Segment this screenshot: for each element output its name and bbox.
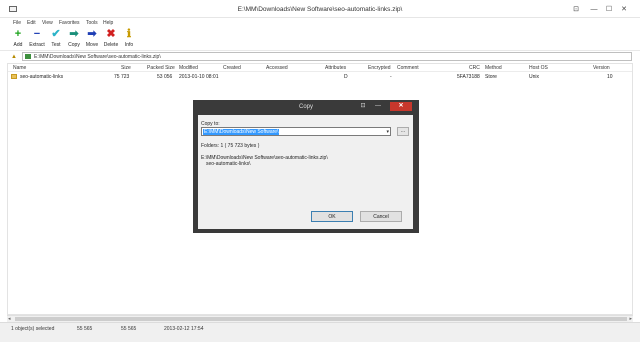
address-bar: ▲ E:\MM\Downloads\New Software\seo-autom… (0, 52, 640, 62)
col-name[interactable]: Name (13, 65, 26, 71)
archive-icon (25, 54, 31, 59)
copy-to-combobox[interactable]: E:\MM\Downloads\New Software\ ▾ (201, 127, 391, 136)
cell-name: seo-automatic-links (20, 74, 64, 80)
menu-edit[interactable]: Edit (27, 20, 36, 26)
window-title: E:\MM\Downloads\New Software\seo-automat… (237, 6, 403, 13)
col-crc[interactable]: CRC (469, 65, 480, 71)
test-button[interactable]: ✔ Test (47, 28, 65, 48)
chevron-down-icon[interactable]: ▾ (386, 128, 389, 136)
status-packed: 55 565 (121, 326, 137, 332)
copy-dialog: Copy ⊡ — ✕ Copy to: E:\MM\Downloads\New … (193, 100, 419, 233)
maximize-button[interactable]: ☐ (601, 4, 617, 15)
col-attributes[interactable]: Attributes (325, 65, 346, 71)
menu-tools[interactable]: Tools (86, 20, 98, 26)
add-label: Add (13, 42, 23, 48)
address-text: E:\MM\Downloads\New Software\seo-automat… (34, 54, 161, 60)
col-host-os[interactable]: Host OS (529, 65, 548, 71)
copy-icon: ➡ (69, 28, 79, 40)
copy-label: Copy (68, 42, 80, 48)
extract-icon: − (33, 28, 41, 40)
col-encrypted[interactable]: Encrypted (368, 65, 391, 71)
folder-icon (11, 74, 17, 79)
add-icon: + (14, 28, 22, 40)
add-button[interactable]: + Add (9, 28, 27, 48)
address-input[interactable]: E:\MM\Downloads\New Software\seo-automat… (22, 52, 632, 61)
status-selected: 1 object(s) selected (11, 326, 55, 332)
col-accessed[interactable]: Accessed (266, 65, 288, 71)
cell-host-os: Unix (529, 74, 540, 80)
dialog-minimize-button[interactable]: — (373, 102, 383, 111)
dialog-close-button[interactable]: ✕ (390, 102, 412, 111)
delete-button[interactable]: ✖ Delete (102, 28, 120, 48)
cell-crc: 5FA73188 (457, 74, 480, 80)
move-label: Move (85, 42, 99, 48)
folders-info: Folders: 1 ( 75 723 bytes ) (201, 143, 260, 149)
status-date: 2013-02-12 17:54 (164, 326, 204, 332)
cancel-button[interactable]: Cancel (360, 211, 402, 222)
test-label: Test (51, 42, 61, 48)
move-button[interactable]: ➡ Move (83, 28, 101, 48)
dialog-body: Copy to: E:\MM\Downloads\New Software\ ▾… (198, 115, 413, 229)
title-bar: E:\MM\Downloads\New Software\seo-automat… (0, 0, 640, 18)
extract-label: Extract (29, 42, 45, 48)
key-button[interactable]: ⊡ (568, 4, 584, 15)
cell-packed: 53 056 (157, 74, 173, 80)
delete-icon: ✖ (106, 28, 116, 40)
copy-button[interactable]: ➡ Copy (65, 28, 83, 48)
menu-file[interactable]: File (13, 20, 21, 26)
col-size[interactable]: Size (121, 65, 131, 71)
dialog-title: Copy (298, 104, 313, 110)
menu-favorites[interactable]: Favorites (59, 20, 80, 26)
column-header-row: Name Size Packed Size Modified Created A… (8, 64, 632, 72)
toolbar: + Add − Extract ✔ Test ➡ Copy ➡ Move ✖ D… (0, 27, 640, 51)
col-modified[interactable]: Modified (179, 65, 198, 71)
browse-button[interactable]: ... (397, 127, 409, 136)
cell-encrypted: - (390, 74, 392, 80)
minimize-button[interactable]: — (586, 4, 602, 15)
move-icon: ➡ (87, 28, 97, 40)
menu-view[interactable]: View (42, 20, 53, 26)
copy-to-value: E:\MM\Downloads\New Software\ (203, 129, 280, 135)
info-button[interactable]: ℹ Info (120, 28, 138, 48)
horizontal-scrollbar[interactable]: ◂ ▸ (7, 315, 633, 322)
info-label: Info (124, 42, 134, 48)
test-icon: ✔ (51, 28, 61, 40)
col-created[interactable]: Created (223, 65, 241, 71)
folder-up-icon[interactable]: ▲ (10, 53, 18, 61)
menu-bar: File Edit View Favorites Tools Help (0, 18, 640, 27)
cell-modified: 2013-01-10 08:01 (179, 74, 219, 80)
status-size: 55 565 (77, 326, 93, 332)
cell-size: 75 723 (114, 74, 130, 80)
scroll-thumb[interactable] (15, 317, 627, 321)
ok-button[interactable]: OK (311, 211, 353, 222)
info-icon: ℹ (126, 28, 132, 40)
table-row[interactable]: seo-automatic-links 75 723 53 056 2013-0… (8, 73, 632, 81)
dialog-key-icon[interactable]: ⊡ (358, 102, 368, 111)
col-method[interactable]: Method (485, 65, 502, 71)
col-version[interactable]: Version (593, 65, 610, 71)
close-button[interactable]: ✕ (616, 4, 632, 15)
cell-method: Store (485, 74, 497, 80)
status-bar: 1 object(s) selected 55 565 55 565 2013-… (0, 322, 640, 342)
cell-version: 10 (607, 74, 613, 80)
source-path-line2: seo-automatic-links\ (206, 161, 251, 167)
delete-label: Delete (103, 42, 119, 48)
extract-button[interactable]: − Extract (28, 28, 46, 48)
col-comment[interactable]: Comment (397, 65, 419, 71)
col-packed-size[interactable]: Packed Size (147, 65, 175, 71)
menu-help[interactable]: Help (103, 20, 113, 26)
cell-attributes: D (344, 74, 348, 80)
